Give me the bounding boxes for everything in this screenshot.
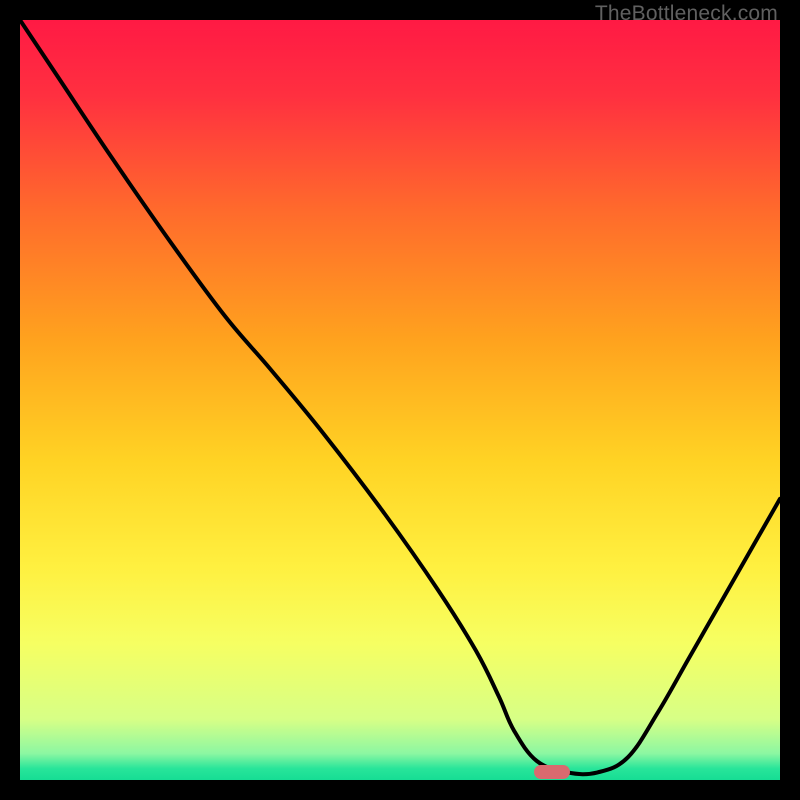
chart-frame <box>20 20 780 780</box>
watermark-label: TheBottleneck.com <box>595 2 778 26</box>
bottleneck-chart <box>20 20 780 780</box>
gradient-background <box>20 20 780 780</box>
optimal-point-marker <box>534 765 570 779</box>
